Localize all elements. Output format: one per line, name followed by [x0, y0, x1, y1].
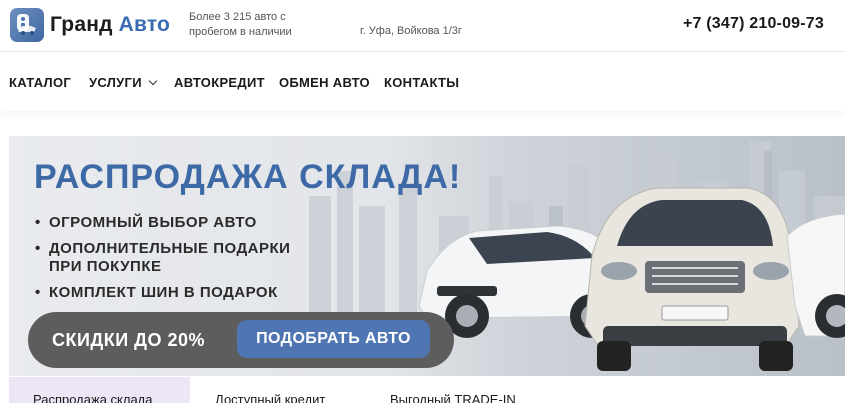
banner-bullet: • КОМПЛЕКТ ШИН В ПОДАРОК: [35, 284, 290, 302]
car-key-logo-icon: [10, 8, 44, 42]
brand-name: Гранд Авто: [50, 13, 170, 37]
bullet-text: ДОПОЛНИТЕЛЬНЫЕ ПОДАРКИ ПРИ ПОКУПКЕ: [49, 240, 290, 276]
nav-item-services[interactable]: УСЛУГИ: [89, 75, 158, 90]
tab-trade-in[interactable]: Выгодный TRADE-IN: [365, 377, 549, 403]
nav-item-auto-credit[interactable]: АВТОКРЕДИТ: [174, 75, 265, 90]
bullet-text: ОГРОМНЫЙ ВЫБОР АВТО: [49, 214, 257, 231]
tagline-line-2: пробегом в наличии: [189, 26, 292, 38]
main-nav: КАТАЛОГ УСЛУГИ АВТОКРЕДИТ ОБМЕН АВТО КОН…: [0, 53, 845, 111]
tab-warehouse-sale[interactable]: Распродажа склада: [9, 377, 190, 403]
pick-car-button[interactable]: ПОДОБРАТЬ АВТО: [237, 320, 430, 358]
banner-bullets: • ОГРОМНЫЙ ВЫБОР АВТО • ДОПОЛНИТЕЛЬНЫЕ П…: [35, 214, 290, 302]
dealer-address: г. Уфа, Войкова 1/3г: [360, 25, 462, 37]
banner-title: РАСПРОДАЖА СКЛАДА!: [34, 158, 462, 196]
promo-banner[interactable]: РАСПРОДАЖА СКЛАДА! • ОГРОМНЫЙ ВЫБОР АВТО…: [9, 136, 845, 376]
banner-bullet: • ОГРОМНЫЙ ВЫБОР АВТО: [35, 214, 290, 232]
stock-tagline: Более 3 215 авто с пробегом в наличии: [189, 10, 319, 40]
site-logo[interactable]: Гранд Авто: [10, 8, 170, 42]
nav-item-catalog[interactable]: КАТАЛОГ: [9, 75, 71, 90]
nav-item-label: УСЛУГИ: [89, 75, 142, 90]
tab-affordable-credit[interactable]: Доступный кредит: [190, 377, 365, 403]
brand-name-part2: Авто: [118, 13, 171, 36]
bullet-text-line-2: ПРИ ПОКУПКЕ: [49, 258, 162, 275]
bullet-text: КОМПЛЕКТ ШИН В ПОДАРОК: [49, 284, 278, 301]
discount-label: СКИДКИ ДО 20%: [52, 330, 206, 350]
nav-item-contacts[interactable]: КОНТАКТЫ: [384, 75, 459, 90]
bullet-dot: •: [35, 214, 41, 231]
nav-item-label: КОНТАКТЫ: [384, 75, 460, 90]
nav-item-trade-in[interactable]: ОБМЕН АВТО: [279, 75, 370, 90]
brand-name-part1: Гранд: [50, 13, 113, 36]
discount-panel: СКИДКИ ДО 20% ПОДОБРАТЬ АВТО: [28, 312, 454, 368]
tagline-line-1: Более 3 215 авто с: [189, 11, 286, 23]
banner-bullet: • ДОПОЛНИТЕЛЬНЫЕ ПОДАРКИ ПРИ ПОКУПКЕ: [35, 240, 290, 276]
nav-item-label: КАТАЛОГ: [9, 75, 72, 90]
silver-suv-image: [584, 187, 800, 371]
bullet-dot: •: [35, 240, 41, 257]
cars-image: [418, 187, 845, 371]
site-header: Гранд Авто Более 3 215 авто с пробегом в …: [0, 0, 845, 52]
bullet-dot: •: [35, 284, 41, 301]
phone-link[interactable]: +7 (347) 210-09-73: [683, 15, 824, 33]
nav-item-label: АВТОКРЕДИТ: [174, 75, 265, 90]
nav-item-label: ОБМЕН АВТО: [279, 75, 370, 90]
chevron-down-icon: [148, 76, 158, 85]
promo-tabs: Распродажа склада Доступный кредит Выгод…: [9, 377, 845, 403]
bullet-text-line-1: ДОПОЛНИТЕЛЬНЫЕ ПОДАРКИ: [49, 240, 291, 257]
